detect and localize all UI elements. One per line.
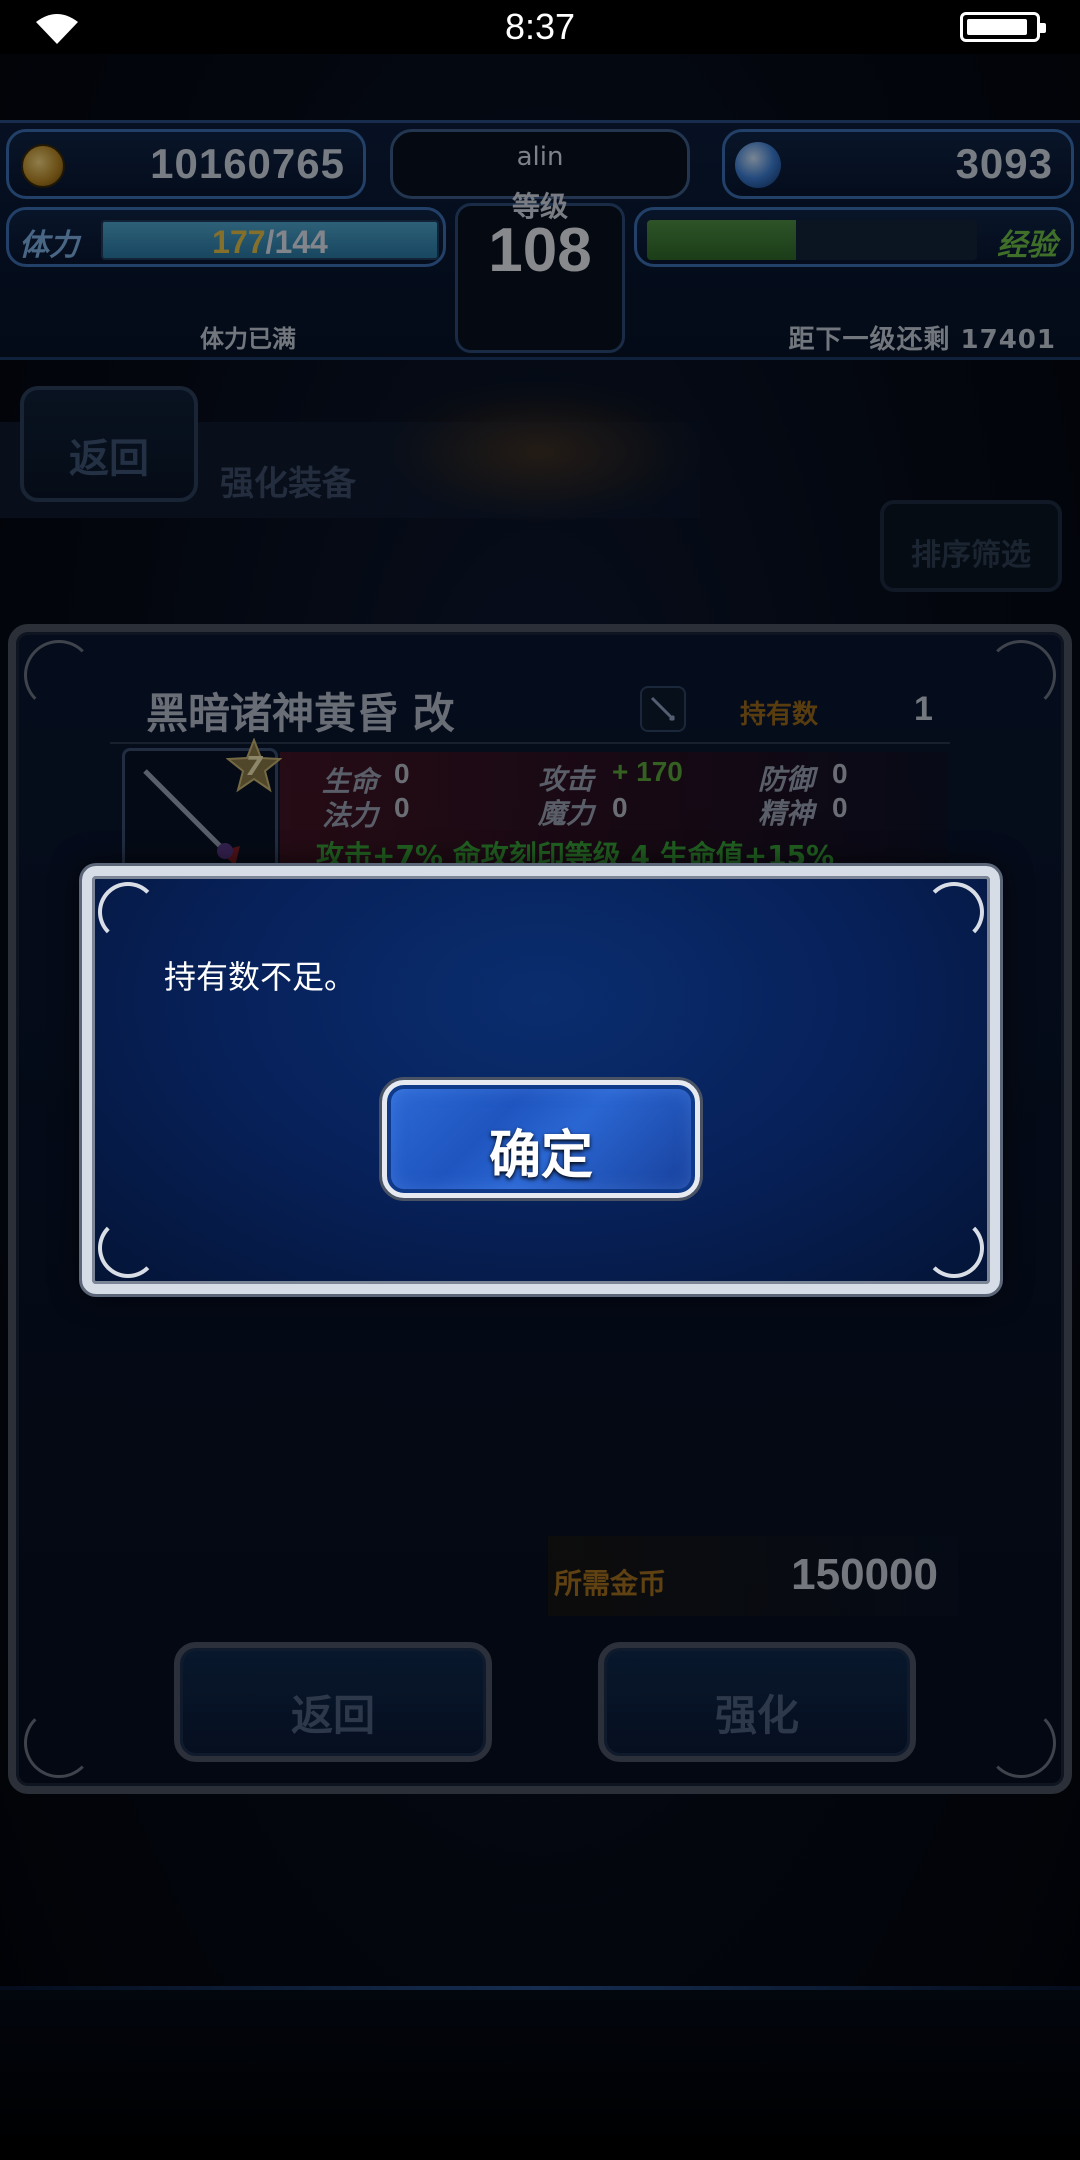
status-time: 8:37: [504, 6, 576, 47]
ornament-icon: [98, 882, 158, 942]
battery-icon: [960, 12, 1046, 42]
dialog-message: 持有数不足。: [164, 958, 357, 996]
ornament-icon: [98, 1218, 158, 1278]
ornament-icon: [924, 1218, 984, 1278]
alert-dialog: 持有数不足。 确定: [82, 866, 1000, 1294]
confirm-button[interactable]: 确定: [382, 1080, 700, 1198]
status-bar: 8:37: [0, 0, 1080, 54]
ornament-icon: [924, 882, 984, 942]
confirm-button-label: 确定: [488, 1126, 593, 1186]
